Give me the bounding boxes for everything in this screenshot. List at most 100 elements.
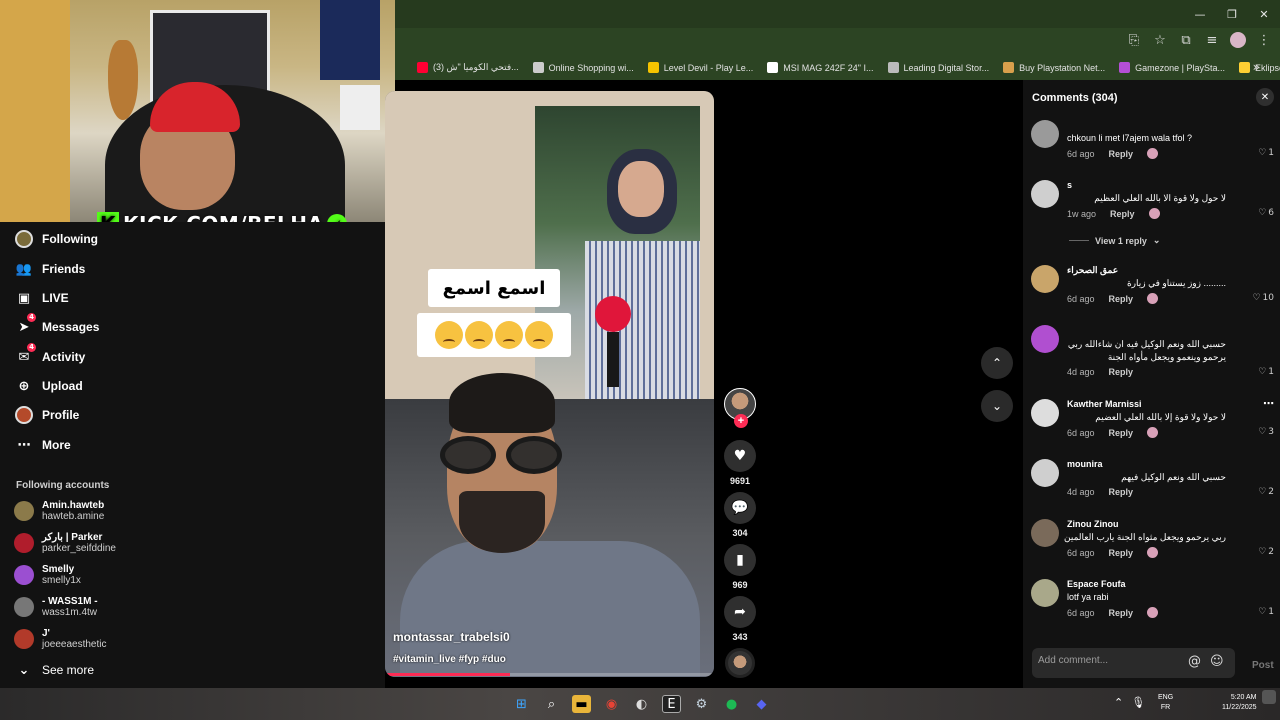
epic-games-icon[interactable]: E — [662, 695, 681, 713]
reply-button[interactable]: Reply — [1109, 608, 1134, 618]
bookmark-item[interactable]: Level Devil - Play Le... — [647, 62, 753, 73]
notification-icon[interactable] — [1262, 690, 1276, 704]
comment-input[interactable] — [1038, 655, 1178, 666]
sidebar-item-upload[interactable]: ⊕ Upload — [16, 378, 83, 394]
comment-like-button[interactable]: ♡ 1 — [1258, 607, 1274, 617]
video-player[interactable]: اسمع اسمع montassar_trabelsi0 #vitamin_l… — [385, 91, 714, 677]
spotify-icon[interactable]: ● — [722, 695, 741, 713]
avatar[interactable] — [1031, 519, 1059, 547]
reply-button[interactable]: Reply — [1110, 209, 1135, 219]
bookmark-item[interactable]: Online Shopping wi... — [532, 62, 634, 73]
like-button[interactable]: ♥ — [724, 440, 756, 472]
previous-video-button[interactable]: ⌃ — [981, 347, 1013, 379]
comment-like-button[interactable]: ♡ 2 — [1258, 487, 1274, 497]
profile-avatar-icon[interactable] — [1230, 32, 1246, 48]
discord-icon[interactable]: ◆ — [752, 695, 771, 713]
creator-liked-avatar — [1147, 547, 1159, 558]
reply-button[interactable]: Reply — [1109, 428, 1134, 438]
microphone-icon[interactable]: 🎙 — [1131, 696, 1145, 709]
bookmark-item[interactable]: Leading Digital Stor... — [887, 62, 989, 73]
browser-menu-icon[interactable]: ⋮ — [1256, 33, 1272, 48]
bookmarks-overflow-icon[interactable]: » — [1253, 60, 1260, 74]
bookmark-star-icon[interactable]: ☆ — [1152, 33, 1168, 48]
avatar[interactable] — [1031, 399, 1059, 427]
comment-author[interactable]: Espace Foufa — [1067, 579, 1126, 589]
minimize-icon[interactable]: — — [1184, 0, 1216, 28]
comment-more-icon[interactable]: ⋯ — [1263, 397, 1274, 410]
save-button[interactable]: ▮ — [724, 544, 756, 576]
next-video-button[interactable]: ⌄ — [981, 390, 1013, 422]
reply-button[interactable]: Reply — [1109, 548, 1134, 558]
windows-start-icon[interactable]: ⊞ — [512, 695, 531, 713]
sidebar-item-following[interactable]: Following — [15, 230, 98, 248]
search-icon[interactable]: ⌕ — [542, 695, 561, 713]
cast-icon[interactable]: ⎘ — [1126, 33, 1142, 48]
file-explorer-icon[interactable]: ▬ — [572, 695, 591, 713]
comment-author[interactable]: s — [1067, 180, 1072, 190]
sidebar-item-live[interactable]: ▣ LIVE — [16, 290, 69, 306]
comment-author[interactable]: mounira — [1067, 459, 1103, 469]
comment-like-button[interactable]: ♡ 2 — [1258, 547, 1274, 557]
comment-author[interactable]: Zinou Zinou — [1067, 519, 1118, 529]
post-button[interactable]: Post — [1252, 660, 1274, 671]
avatar[interactable] — [1031, 579, 1059, 607]
comment-item: Zinou Zinou ربي يرحمو ويجعل مثواه الجنة ي… — [1031, 519, 1274, 569]
emoji-icon[interactable]: ☺ — [1210, 654, 1224, 669]
comment-author[interactable]: عمق الصحراء — [1067, 265, 1118, 276]
toolbar-icons: ⎘ ☆ ⧉ ≡ ⋮ — [1126, 32, 1272, 48]
language-indicator[interactable]: ENG FR — [1158, 693, 1173, 713]
comment-like-button[interactable]: ♡ 6 — [1258, 208, 1274, 218]
chrome-icon[interactable]: ◉ — [602, 695, 621, 713]
avatar[interactable] — [1031, 459, 1059, 487]
close-comments-button[interactable]: ✕ — [1256, 88, 1274, 106]
comment-like-button[interactable]: ♡ 1 — [1258, 367, 1274, 377]
bookmark-item[interactable]: MSI MAG 242F 24" I... — [767, 62, 874, 73]
share-button[interactable]: ➦ — [724, 596, 756, 628]
steam-icon[interactable]: ⚙ — [692, 695, 711, 713]
follow-plus-icon[interactable]: + — [734, 414, 748, 428]
avatar[interactable] — [1031, 120, 1059, 148]
media-list-icon[interactable]: ≡ — [1204, 33, 1220, 48]
following-account-item[interactable]: Amin.hawteb hawteb.amine — [14, 500, 104, 522]
bookmark-item[interactable]: Gamezone | PlaySta... — [1119, 62, 1225, 73]
comment-like-count: 2 — [1268, 547, 1274, 557]
comment-like-button[interactable]: ♡ 3 — [1258, 427, 1274, 437]
comment-author[interactable]: Kawther Marnissi — [1067, 399, 1142, 409]
bookmark-item[interactable]: Buy Playstation Net... — [1003, 62, 1105, 73]
reply-button[interactable]: Reply — [1109, 367, 1134, 377]
extensions-icon[interactable]: ⧉ — [1178, 33, 1194, 48]
sidebar-item-more[interactable]: ⋯ More — [16, 437, 71, 453]
sidebar-item-activity[interactable]: ✉ 4 Activity — [16, 343, 85, 365]
reply-button[interactable]: Reply — [1109, 487, 1134, 497]
following-account-item[interactable]: - WASS1M - wass1m.4tw — [14, 596, 98, 618]
bookmark-item[interactable]: (3) فتحي الكوميا "ش... — [417, 62, 519, 73]
video-hashtags[interactable]: #vitamin_live #fyp #duo — [393, 654, 506, 665]
sidebar-item-friends[interactable]: 👥 Friends — [16, 261, 85, 277]
comment-like-button[interactable]: ♡ 1 — [1258, 148, 1274, 158]
restore-icon[interactable]: ❐ — [1216, 0, 1248, 28]
video-progress-bar[interactable] — [385, 673, 714, 676]
see-more-button[interactable]: ⌄ See more — [16, 662, 94, 678]
sidebar-item-profile[interactable]: Profile — [15, 406, 79, 424]
view-replies-label: View 1 reply — [1095, 235, 1147, 246]
reply-button[interactable]: Reply — [1109, 149, 1134, 159]
tray-expand-icon[interactable]: ⌃ — [1114, 696, 1123, 709]
following-account-item[interactable]: Smelly smelly1x — [14, 564, 81, 586]
obs-icon[interactable]: ◐ — [632, 695, 651, 713]
avatar[interactable] — [1031, 180, 1059, 208]
comment-like-button[interactable]: ♡ 10 — [1252, 293, 1274, 303]
avatar[interactable] — [1031, 325, 1059, 353]
creator-liked-avatar — [1147, 293, 1159, 304]
video-author[interactable]: montassar_trabelsi0 — [393, 630, 510, 644]
comment-button[interactable]: 💬 — [724, 492, 756, 524]
following-account-item[interactable]: باركر | Parker parker_seifddine — [14, 532, 116, 554]
avatar[interactable] — [1031, 265, 1059, 293]
sidebar-item-messages[interactable]: ➤ 4 Messages — [16, 313, 99, 335]
view-replies-button[interactable]: View 1 reply ⌄ — [1069, 235, 1160, 246]
music-disc-icon[interactable] — [725, 648, 755, 678]
mention-icon[interactable]: @ — [1188, 654, 1201, 669]
close-window-icon[interactable]: ✕ — [1248, 0, 1280, 28]
reply-button[interactable]: Reply — [1109, 294, 1134, 304]
following-account-item[interactable]: J' joeeeaesthetic — [14, 628, 107, 650]
taskbar-clock[interactable]: 5:20 AM 11/22/2025 — [1222, 693, 1257, 713]
